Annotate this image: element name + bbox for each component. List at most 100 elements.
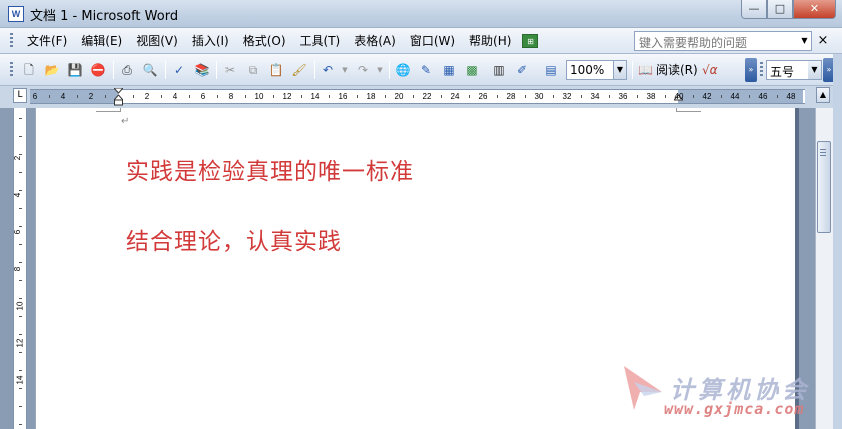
font-size-dropdown-icon[interactable]: ▼ (808, 61, 821, 79)
ruler-number: 16 (338, 92, 348, 101)
ruler-tick (19, 172, 22, 173)
vertical-scrollbar[interactable] (815, 108, 833, 429)
maximize-button[interactable]: □ (767, 0, 793, 19)
insert-excel-icon[interactable]: ▩ (463, 61, 481, 79)
open-folder-icon[interactable]: 📂 (43, 61, 61, 79)
ruler-tick (693, 95, 694, 98)
ruler-number: 6 (13, 229, 23, 235)
menu-edit[interactable]: 编辑(E) (74, 28, 129, 54)
ruler-tick (609, 95, 610, 98)
help-dropdown-icon[interactable]: ▼ (798, 32, 811, 50)
undo-icon[interactable]: ↶ (319, 61, 337, 79)
tables-borders-icon[interactable]: ✎ (417, 61, 435, 79)
menu-bar: 文件(F) 编辑(E) 视图(V) 插入(I) 格式(O) 工具(T) 表格(A… (0, 28, 842, 54)
vertical-ruler[interactable]: 2 4 6 8 10 12 14 (13, 108, 27, 429)
ruler-number: 8 (13, 266, 23, 272)
document-line[interactable]: 实践是检验真理的唯一标准 (126, 152, 414, 186)
ruler-tick (49, 95, 50, 98)
cut-icon[interactable]: ✂ (221, 61, 239, 79)
ruler-number: 48 (786, 92, 796, 101)
ruler-number: 28 (506, 92, 516, 101)
addin-icon[interactable]: ⊞ (522, 34, 539, 48)
menu-window[interactable]: 窗口(W) (403, 28, 462, 54)
menu-view[interactable]: 视图(V) (129, 28, 185, 54)
tab-selector-icon[interactable]: L (13, 88, 27, 103)
drawing-icon[interactable]: ✐ (513, 61, 531, 79)
ruler-tick (581, 95, 582, 98)
toolbar-grip-icon[interactable] (10, 62, 13, 78)
ruler-number: 2 (144, 92, 150, 101)
copy-icon[interactable]: ⧉ (244, 61, 262, 79)
ruler-number: 22 (422, 92, 432, 101)
ruler-tick (133, 95, 134, 98)
toolbar-separator (389, 61, 390, 79)
ruler-number: 44 (730, 92, 740, 101)
menu-table[interactable]: 表格(A) (347, 28, 403, 54)
toolbar-overflow-icon[interactable]: » (745, 58, 757, 82)
word-app-icon[interactable]: W (8, 6, 24, 22)
zoom-dropdown-icon[interactable]: ▼ (614, 60, 627, 80)
ruler-number: 8 (228, 92, 234, 101)
ruler-tick (665, 95, 666, 98)
horizontal-ruler[interactable]: 6 4 2 2 4 6 8 10 12 14 16 18 20 22 24 26 28 30 32 34 36 38 40 4… (30, 88, 805, 106)
ruler-tick (469, 95, 470, 98)
save-icon[interactable]: 💾 (66, 61, 84, 79)
print-preview-icon[interactable]: 🔍 (141, 61, 159, 79)
redo-icon[interactable]: ↷ (354, 61, 372, 79)
document-line[interactable]: 结合理论，认真实践 (126, 222, 342, 256)
format-painter-icon[interactable]: 🖌 (290, 61, 308, 79)
ruler-tick (19, 334, 22, 335)
ruler-number: 12 (15, 338, 25, 348)
indent-marker-icon[interactable] (114, 88, 123, 106)
ruler-tick (329, 95, 330, 98)
minimize-button[interactable]: — (741, 0, 767, 19)
ruler-tick (19, 262, 22, 263)
close-button[interactable]: ✕ (793, 0, 836, 19)
document-close-icon[interactable]: × (816, 32, 830, 50)
scrollbar-grip-icon (820, 149, 826, 157)
menu-insert[interactable]: 插入(I) (185, 28, 236, 54)
ruler-number: 32 (562, 92, 572, 101)
formatting-toolbar-grip-icon[interactable] (760, 62, 763, 78)
permission-icon[interactable]: ⛔ (89, 61, 107, 79)
read-mode-button[interactable]: 📖 阅读(R) (638, 61, 698, 79)
new-doc-icon[interactable]: 🗋 (20, 61, 38, 79)
menu-help[interactable]: 帮助(H) (462, 28, 518, 54)
help-search-input[interactable]: 键入需要帮助的问题 (634, 31, 812, 51)
ruler-number: 34 (590, 92, 600, 101)
menu-file[interactable]: 文件(F) (20, 28, 74, 54)
ruler-number: 18 (366, 92, 376, 101)
zoom-input[interactable]: 100% (566, 60, 614, 80)
ruler-number: 42 (702, 92, 712, 101)
ruler-number: 2 (88, 92, 94, 101)
ruler-tick (413, 95, 414, 98)
ruler-tick (19, 280, 22, 281)
hyperlink-icon[interactable]: 🌐 (394, 61, 412, 79)
toolbar-separator (113, 61, 114, 79)
ruler-tick (19, 118, 22, 119)
columns-icon[interactable]: ▥ (490, 61, 508, 79)
insert-table-icon[interactable]: ▦ (440, 61, 458, 79)
print-icon[interactable]: ⎙ (118, 61, 136, 79)
ruler-tick (497, 95, 498, 98)
spelling-icon[interactable]: ✓ (170, 61, 188, 79)
ruler-tick (105, 95, 106, 98)
window-right-frame (833, 54, 842, 429)
document-map-icon[interactable]: ▤ (542, 61, 560, 79)
menu-format[interactable]: 格式(O) (236, 28, 293, 54)
read-mode-label: 阅读(R) (655, 63, 698, 77)
ruler-tick (385, 95, 386, 98)
ruler-toggle-icon[interactable]: ▲ (816, 87, 830, 103)
ruler-number: 36 (618, 92, 628, 101)
formula-icon[interactable]: √α (702, 61, 718, 79)
undo-dropdown-icon[interactable]: ▼ (340, 61, 350, 79)
menubar-grip-icon[interactable] (10, 33, 13, 49)
window-title: 文档 1 - Microsoft Word (30, 9, 179, 24)
ruler-number: 14 (15, 375, 25, 385)
margin-corner-mark (96, 108, 121, 112)
research-icon[interactable]: 📚 (193, 61, 211, 79)
menu-tools[interactable]: 工具(T) (293, 28, 348, 54)
paste-icon[interactable]: 📋 (267, 61, 285, 79)
ruler-tick (245, 95, 246, 98)
redo-dropdown-icon[interactable]: ▼ (375, 61, 385, 79)
